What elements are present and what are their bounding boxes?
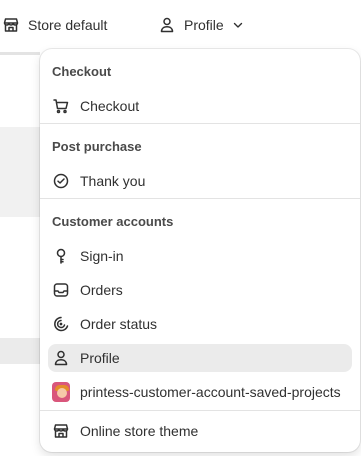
menu-item-label: Checkout	[80, 98, 140, 114]
menu-divider	[40, 410, 360, 411]
menu-item-label: Thank you	[80, 173, 146, 189]
menu-divider	[40, 123, 360, 124]
profile-dropdown-menu: Checkout Checkout Post purchase Thank yo…	[40, 49, 360, 452]
menu-divider	[40, 198, 360, 199]
menu-item-online-store-theme[interactable]: Online store theme	[48, 417, 352, 445]
app-avatar-icon	[52, 382, 70, 402]
section-title-post-purchase: Post purchase	[52, 139, 142, 154]
store-selector-label: Store default	[28, 17, 108, 33]
top-bar-border	[0, 52, 40, 55]
menu-item-thank-you[interactable]: Thank you	[48, 167, 352, 195]
menu-item-label: Orders	[80, 282, 123, 298]
top-bar: Store default Profile	[0, 0, 361, 52]
storefront-icon	[52, 422, 70, 440]
menu-item-printess-app[interactable]: printess-customer-account-saved-projects	[48, 378, 352, 406]
menu-item-profile[interactable]: Profile	[48, 344, 352, 372]
section-title-customer-accounts: Customer accounts	[52, 214, 174, 229]
person-icon	[158, 16, 176, 34]
order-status-icon	[52, 315, 70, 333]
menu-item-label: Sign-in	[80, 248, 124, 264]
menu-item-sign-in[interactable]: Sign-in	[48, 242, 352, 270]
person-icon	[52, 349, 70, 367]
section-title-checkout: Checkout	[52, 64, 112, 79]
menu-item-label: Order status	[80, 316, 158, 332]
menu-item-label: printess-customer-account-saved-projects	[80, 384, 341, 400]
profile-selector-button[interactable]: Profile	[158, 11, 244, 39]
background-panel	[0, 127, 40, 217]
menu-item-label: Profile	[80, 350, 120, 366]
menu-item-order-status[interactable]: Order status	[48, 310, 352, 338]
menu-item-checkout[interactable]: Checkout	[48, 92, 352, 120]
cart-icon	[52, 97, 70, 115]
check-circle-icon	[52, 172, 70, 190]
menu-item-orders[interactable]: Orders	[48, 276, 352, 304]
storefront-icon	[2, 16, 20, 34]
profile-selector-label: Profile	[184, 17, 224, 33]
key-icon	[52, 247, 70, 265]
inbox-icon	[52, 281, 70, 299]
menu-item-label: Online store theme	[80, 423, 199, 439]
background-row	[0, 338, 40, 364]
app-window: Store default Profile Checkout Checkout …	[0, 0, 361, 456]
chevron-down-icon	[232, 19, 244, 31]
store-selector-button[interactable]: Store default	[2, 11, 107, 39]
